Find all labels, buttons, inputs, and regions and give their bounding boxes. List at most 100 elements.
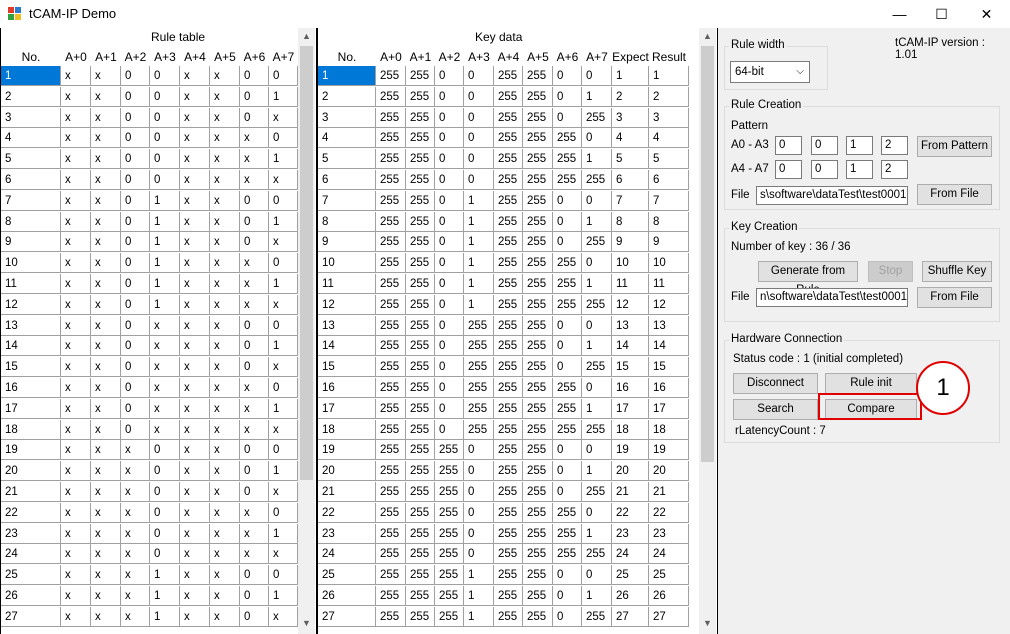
key-cell[interactable]: 15	[649, 357, 689, 378]
key-cell[interactable]: 255	[376, 149, 406, 170]
key-cell[interactable]: 0	[464, 86, 494, 107]
key-header-cell[interactable]: A+0	[376, 46, 406, 66]
key-cell[interactable]: 255	[435, 482, 464, 502]
table-row[interactable]: 14 x x 0 x x x 0 1	[1, 336, 298, 357]
table-row[interactable]: 24 255 255 255 0 255 255 255 255 24 24	[318, 544, 689, 565]
rule-cell[interactable]: 0	[121, 149, 150, 170]
table-row[interactable]: 19 x x x 0 x x 0 0	[1, 440, 298, 461]
key-cell[interactable]: 10	[612, 253, 649, 274]
rule-cell[interactable]: x	[91, 170, 121, 190]
key-cell[interactable]: 255	[376, 232, 406, 253]
rule-cell[interactable]: 15	[1, 357, 61, 378]
key-cell[interactable]: 255	[376, 315, 406, 336]
key-cell[interactable]: 1	[582, 274, 612, 294]
rule-cell[interactable]: 0	[150, 170, 180, 190]
table-row[interactable]: 9xx01xx0x	[1, 232, 298, 253]
key-cell[interactable]: 255	[582, 606, 612, 627]
rule-cell[interactable]: x	[121, 565, 150, 586]
table-row[interactable]: 27 255 255 255 1 255 255 0 255 27 27	[318, 606, 689, 628]
key-cell[interactable]: 255	[376, 544, 406, 565]
scroll-up-arrow-icon[interactable]: ▲	[298, 28, 315, 45]
rule-cell[interactable]: x	[91, 523, 121, 544]
key-cell[interactable]: 0	[464, 149, 494, 170]
rule-cell[interactable]: 0	[150, 66, 180, 86]
key-cell[interactable]: 26	[649, 586, 689, 606]
rule-cell[interactable]: x	[61, 336, 91, 357]
key-cell[interactable]: 0	[582, 128, 612, 149]
key-cell[interactable]: 255	[523, 606, 553, 627]
rule-cell[interactable]: 0	[121, 107, 150, 128]
rule-cell[interactable]: x	[180, 502, 210, 523]
key-cell[interactable]: 255	[553, 378, 582, 398]
key-cell[interactable]: 26	[612, 586, 649, 606]
key-cell[interactable]: 0	[553, 66, 582, 86]
rule-cell[interactable]: 0	[269, 502, 298, 523]
rule-cell[interactable]: x	[210, 523, 240, 544]
rule-cell[interactable]: 0	[121, 128, 150, 149]
key-cell[interactable]: 20	[318, 461, 376, 482]
key-cell[interactable]: 255	[494, 606, 523, 627]
rule-scroll-thumb[interactable]	[300, 46, 313, 480]
rule-cell[interactable]: 5	[1, 149, 61, 170]
key-cell[interactable]: 8	[649, 211, 689, 232]
key-cell[interactable]: 21	[318, 482, 376, 502]
rule-cell[interactable]: x	[180, 128, 210, 149]
search-button[interactable]: Search	[733, 399, 818, 420]
table-row[interactable]: 23 255 255 255 0 255 255 255 1 23 23	[318, 523, 689, 545]
key-cell[interactable]: 255	[494, 86, 523, 107]
key-cell[interactable]: 2	[318, 86, 376, 107]
rule-cell[interactable]: x	[180, 398, 210, 419]
key-cell[interactable]: 255	[523, 398, 553, 419]
key-cell[interactable]: 17	[612, 398, 649, 419]
key-cell[interactable]: 13	[649, 315, 689, 336]
key-cell[interactable]: 7	[612, 190, 649, 211]
rule-cell[interactable]: x	[180, 586, 210, 606]
key-cell[interactable]: 1	[464, 253, 494, 274]
key-cell[interactable]: 255	[553, 398, 582, 419]
table-row[interactable]: 11 255 255 0 1 255 255 255 1 11 11	[318, 274, 689, 295]
key-header-cell[interactable]: A+1	[406, 46, 435, 66]
rule-cell[interactable]: x	[180, 544, 210, 565]
key-cell[interactable]: 255	[376, 440, 406, 461]
key-cell[interactable]: 15	[612, 357, 649, 378]
table-row[interactable]: 25 x x x 1 x x 0 0	[1, 565, 298, 586]
rule-cell[interactable]: 1	[150, 606, 180, 627]
key-cell[interactable]: 255	[553, 149, 582, 170]
key-cell[interactable]: 16	[649, 378, 689, 398]
key-cell[interactable]: 12	[318, 294, 376, 315]
key-cell[interactable]: 1	[582, 398, 612, 419]
rule-cell[interactable]: x	[61, 419, 91, 440]
key-cell[interactable]: 0	[464, 502, 494, 523]
pattern-a0-input[interactable]: 0	[775, 136, 802, 155]
key-cell[interactable]: 255	[523, 482, 553, 502]
key-cell[interactable]: 255	[406, 294, 435, 315]
key-cell[interactable]: 5	[318, 149, 376, 170]
key-cell[interactable]: 6	[612, 170, 649, 190]
rule-cell[interactable]: x	[61, 544, 91, 565]
rule-cell[interactable]: 14	[1, 336, 61, 357]
key-cell[interactable]: 255	[523, 315, 553, 336]
rule-header-cell[interactable]: A+7	[269, 46, 298, 66]
key-cell[interactable]: 255	[494, 440, 523, 461]
key-cell[interactable]: 255	[406, 211, 435, 232]
key-cell[interactable]: 0	[553, 482, 582, 502]
pattern-a7-input[interactable]: 2	[881, 160, 908, 179]
rule-cell[interactable]: 0	[121, 398, 150, 419]
rule-cell[interactable]: x	[91, 502, 121, 523]
rule-cell[interactable]: x	[91, 86, 121, 107]
key-cell[interactable]: 3	[318, 107, 376, 128]
table-row[interactable]: 15 x x 0 x x x 0 x	[1, 357, 298, 378]
key-cell[interactable]: 0	[553, 606, 582, 627]
minimize-button[interactable]: —	[877, 0, 922, 28]
rule-cell[interactable]: x	[180, 461, 210, 482]
key-cell[interactable]: 1	[612, 66, 649, 86]
rule-cell[interactable]: x	[210, 128, 240, 149]
rule-cell[interactable]: 26	[1, 586, 61, 606]
rule-cell[interactable]: x	[61, 378, 91, 398]
rule-cell[interactable]: x	[210, 336, 240, 357]
rule-cell[interactable]: x	[180, 357, 210, 378]
rule-cell[interactable]: x	[180, 274, 210, 294]
key-cell[interactable]: 255	[582, 357, 612, 378]
table-row[interactable]: 20 x x x 0 x x 0 1	[1, 461, 298, 482]
key-cell[interactable]: 255	[494, 170, 523, 190]
